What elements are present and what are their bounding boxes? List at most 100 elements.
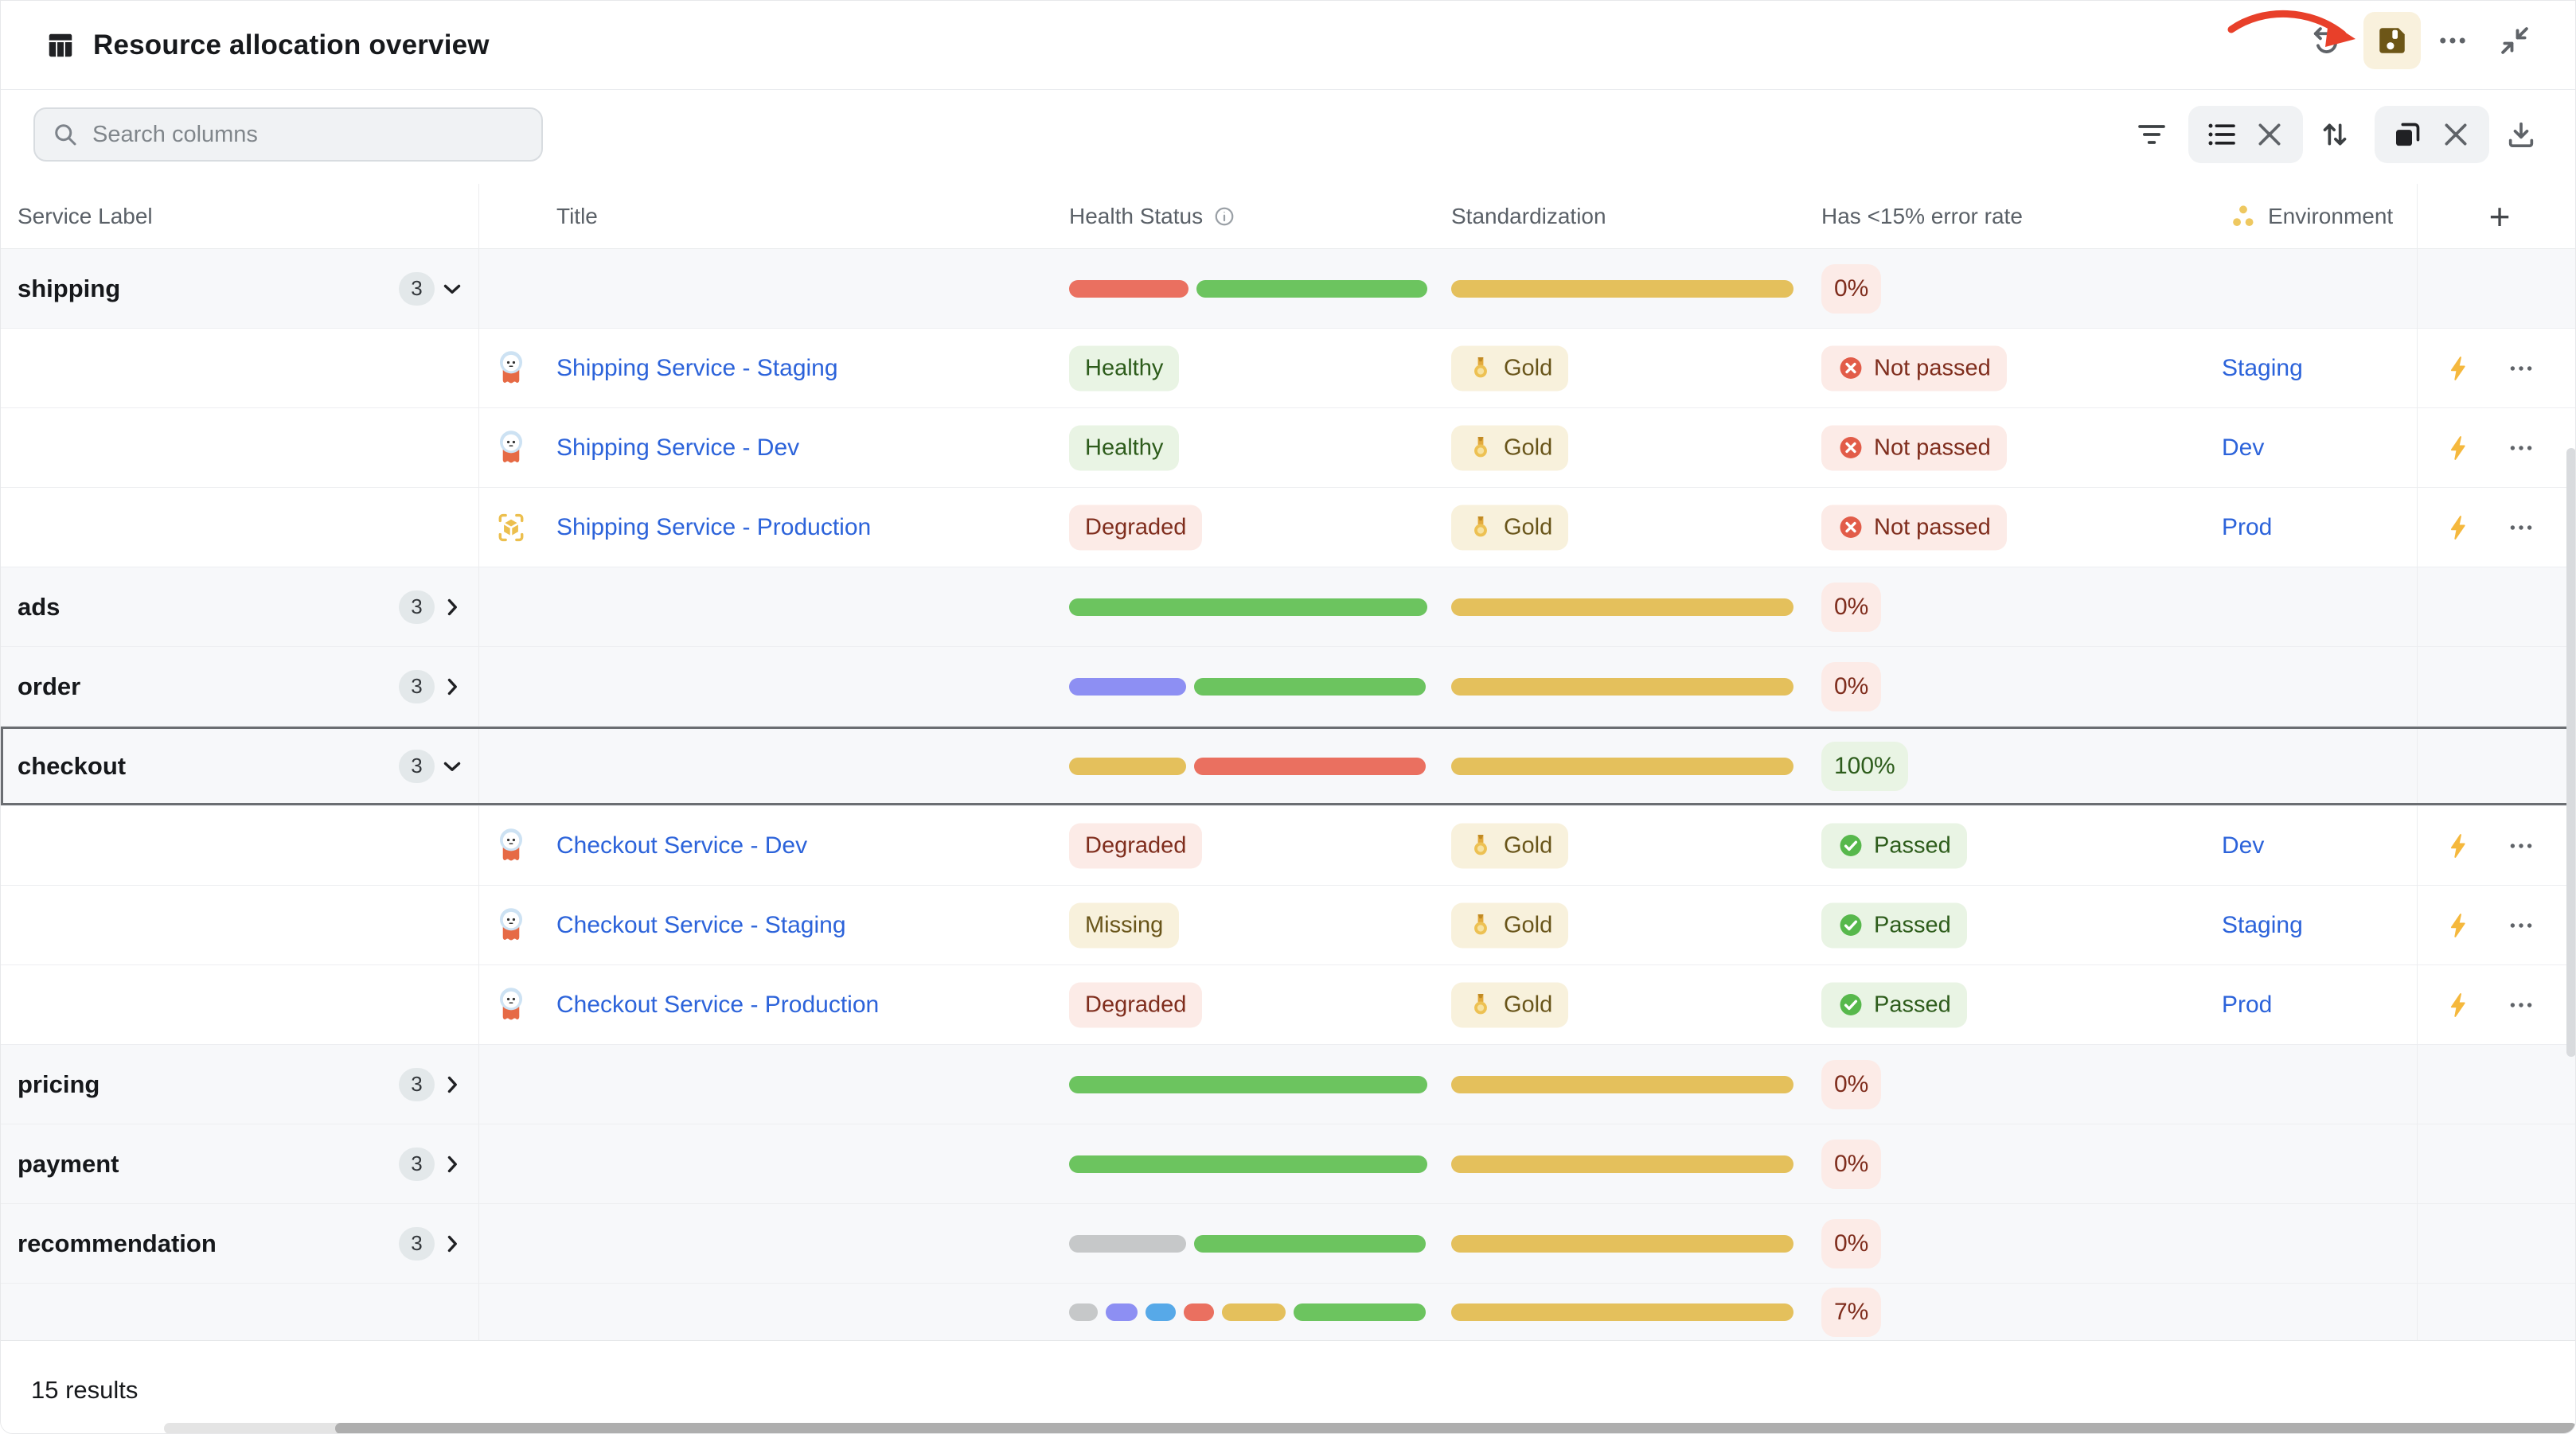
column-header-title[interactable]: Title <box>556 184 598 249</box>
error-rate-badge: 0% <box>1821 1219 1881 1268</box>
sort-button[interactable] <box>2311 111 2359 158</box>
search-box[interactable] <box>33 107 543 162</box>
health-distribution-bar <box>1069 1235 1426 1253</box>
ellipsis-icon <box>2508 434 2535 462</box>
download-button[interactable] <box>2497 111 2545 158</box>
octopus-icon <box>494 349 528 388</box>
health-distribution-bar <box>1069 1155 1427 1173</box>
group-expand-toggle[interactable] <box>439 1151 466 1178</box>
ellipsis-icon <box>2508 832 2535 859</box>
row-menu-button[interactable] <box>2499 426 2543 470</box>
standardization-distribution-bar <box>1451 1303 1793 1321</box>
table-row-group[interactable]: payment 3 0% <box>1 1124 2576 1204</box>
horizontal-scrollbar-thumb[interactable] <box>335 1423 2576 1434</box>
service-title-link[interactable]: Shipping Service - Production <box>556 514 871 541</box>
table-row-service[interactable]: Checkout Service - Staging Missing Gold … <box>1 886 2576 965</box>
bar-segment <box>1194 678 1426 696</box>
error-rate-badge-label: Not passed <box>1874 514 1991 540</box>
group-expand-toggle[interactable] <box>439 1230 466 1257</box>
filter-button[interactable] <box>2128 111 2176 158</box>
column-header-standardization[interactable]: Standardization <box>1451 184 1606 249</box>
service-title-link[interactable]: Shipping Service - Dev <box>556 434 799 462</box>
standardization-badge-label: Gold <box>1504 434 1552 461</box>
clear-row-groups-icon[interactable] <box>2254 119 2285 150</box>
error-rate-badge-label: Not passed <box>1874 434 1991 461</box>
environment-link[interactable]: Prod <box>2222 514 2272 541</box>
save-button[interactable] <box>2363 12 2421 69</box>
service-title-link[interactable]: Shipping Service - Staging <box>556 355 838 382</box>
group-expand-toggle[interactable] <box>439 673 466 700</box>
standardization-distribution-bar <box>1451 598 1793 616</box>
row-menu-button[interactable] <box>2499 903 2543 948</box>
duplicates-chip[interactable] <box>2375 106 2489 163</box>
service-title-link[interactable]: Checkout Service - Staging <box>556 912 846 939</box>
table-row-group[interactable]: pricing 3 0% <box>1 1045 2576 1124</box>
group-count-badge: 3 <box>399 1227 435 1261</box>
table-row-service[interactable]: Shipping Service - Staging Healthy Gold … <box>1 329 2576 408</box>
table-row-group[interactable]: 7% <box>1 1284 2576 1340</box>
table-row-service[interactable]: Shipping Service - Dev Healthy Gold Not … <box>1 408 2576 488</box>
environment-link[interactable]: Staging <box>2222 912 2303 939</box>
quick-action-button[interactable] <box>2437 903 2481 948</box>
column-header-service-label[interactable]: Service Label <box>18 184 153 249</box>
column-header-health-status[interactable]: Health Status <box>1069 184 1236 249</box>
collapse-button[interactable] <box>2486 12 2543 69</box>
standardization-badge-label: Gold <box>1504 355 1552 381</box>
table-row-group[interactable]: shipping 3 0% <box>1 249 2576 329</box>
table-row-group[interactable]: order 3 0% <box>1 647 2576 727</box>
environment-link[interactable]: Dev <box>2222 434 2264 462</box>
table-row-group[interactable]: recommendation 3 0% <box>1 1204 2576 1284</box>
health-status-badge: Healthy <box>1069 345 1179 391</box>
standardization-distribution-bar <box>1451 280 1793 298</box>
service-title-link[interactable]: Checkout Service - Production <box>556 992 879 1019</box>
row-menu-button[interactable] <box>2499 824 2543 868</box>
bar-segment <box>1451 1076 1793 1093</box>
row-groups-chip[interactable] <box>2188 106 2303 163</box>
quick-action-button[interactable] <box>2437 426 2481 470</box>
ellipsis-icon <box>2508 992 2535 1019</box>
table-row-group[interactable]: checkout 3 100% <box>1 727 2576 806</box>
standardization-distribution-bar <box>1451 1235 1793 1253</box>
table-row-service[interactable]: Shipping Service - Production Degraded G… <box>1 488 2576 567</box>
service-title-link[interactable]: Checkout Service - Dev <box>556 832 807 859</box>
quick-action-button[interactable] <box>2437 983 2481 1027</box>
quick-action-button[interactable] <box>2437 505 2481 550</box>
quick-action-button[interactable] <box>2437 346 2481 391</box>
gold-medal-icon <box>1467 434 1494 462</box>
standardization-badge: Gold <box>1451 505 1568 550</box>
clear-duplicates-icon[interactable] <box>2440 119 2472 150</box>
table-row-service[interactable]: Checkout Service - Dev Degraded Gold Pas… <box>1 806 2576 886</box>
environment-link[interactable]: Dev <box>2222 832 2264 859</box>
add-column-button[interactable]: + <box>2473 184 2526 249</box>
standardization-distribution-bar <box>1451 758 1793 775</box>
group-count-badge: 3 <box>399 1148 435 1181</box>
column-header-error-rate[interactable]: Has <15% error rate <box>1821 184 2023 249</box>
info-icon[interactable] <box>1212 205 1236 228</box>
environment-link[interactable]: Prod <box>2222 992 2272 1019</box>
search-input[interactable] <box>92 122 525 148</box>
group-expand-toggle[interactable] <box>439 1299 466 1326</box>
group-expand-toggle[interactable] <box>439 753 466 780</box>
group-expand-toggle[interactable] <box>439 1071 466 1098</box>
row-menu-button[interactable] <box>2499 983 2543 1027</box>
row-menu-button[interactable] <box>2499 346 2543 391</box>
row-menu-button[interactable] <box>2499 505 2543 550</box>
group-expand-toggle[interactable] <box>439 275 466 302</box>
error-rate-badge: Passed <box>1821 823 1967 868</box>
group-expand-toggle[interactable] <box>439 594 466 621</box>
quick-action-button[interactable] <box>2437 824 2481 868</box>
chevron-right-icon <box>439 1071 466 1098</box>
bar-segment <box>1069 678 1186 696</box>
undo-button[interactable] <box>2297 12 2354 69</box>
table-row-group[interactable]: ads 3 0% <box>1 567 2576 647</box>
more-options-button[interactable] <box>2424 12 2481 69</box>
group-label: order <box>18 672 80 701</box>
standardization-badge-label: Gold <box>1504 832 1552 859</box>
environment-link[interactable]: Staging <box>2222 355 2303 382</box>
vertical-scrollbar[interactable] <box>2566 448 2576 1057</box>
chevron-down-icon <box>439 753 466 780</box>
column-header-environment[interactable]: Environment <box>2228 184 2393 249</box>
table-row-service[interactable]: Checkout Service - Production Degraded G… <box>1 965 2576 1045</box>
sort-arrows-icon <box>2319 119 2351 150</box>
cube-scan-icon <box>494 509 528 547</box>
